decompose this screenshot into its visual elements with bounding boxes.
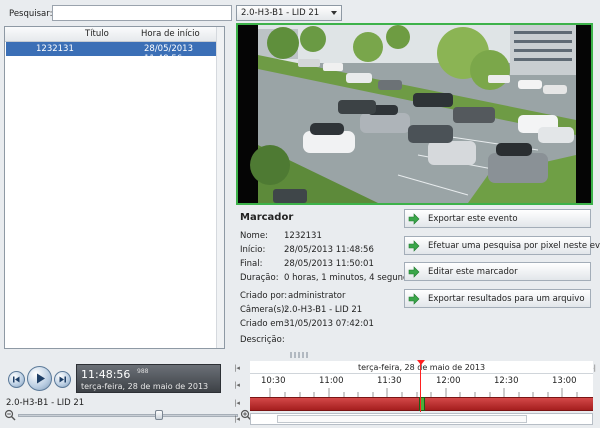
timeline-start-icon[interactable]: |◂ — [232, 363, 242, 373]
field-label-duration: Duração: — [240, 273, 279, 283]
field-label-start: Início: — [240, 245, 266, 255]
field-label-description: Descrição: — [240, 335, 285, 345]
splitter-grip[interactable] — [290, 352, 310, 358]
field-value-duration: 0 horas, 1 minutos, 4 segundos — [284, 273, 419, 283]
skip-back-icon — [13, 376, 20, 383]
timeline-back-icon[interactable]: |◂ — [232, 380, 242, 390]
row-start-time: 28/05/2013 11:48:56 — [144, 44, 193, 64]
field-value-cameras: 2.0-H3-B1 - LID 21 — [284, 305, 363, 315]
field-label-cameras: Câmera(s): — [240, 305, 288, 315]
export-results-button[interactable]: Exportar resultados para um arquivo — [404, 289, 591, 308]
playback-time: 11:48:56 — [81, 368, 131, 381]
timeline-tick-label: 13:00 — [552, 376, 577, 386]
play-button[interactable] — [27, 366, 52, 391]
playback-milliseconds: 988 — [137, 368, 149, 375]
export-results-label: Exportar resultados para um arquivo — [428, 294, 585, 304]
results-scrollbar[interactable] — [216, 27, 224, 348]
field-label-end: Final: — [240, 259, 263, 269]
playback-time-display: 11:48:56 988 terça-feira, 28 de maio de … — [76, 364, 221, 393]
timeline-tick-label: 11:30 — [377, 376, 402, 386]
previous-button[interactable] — [8, 371, 25, 388]
edit-bookmark-button[interactable]: Editar este marcador — [404, 262, 591, 281]
field-value-end: 28/05/2013 11:50:01 — [284, 259, 374, 269]
field-label-created-at: Criado em: — [240, 319, 287, 329]
table-row[interactable]: 1232131 28/05/2013 11:48:56 — [6, 42, 223, 64]
field-label-created-by: Criado por: — [240, 291, 288, 301]
search-input[interactable] — [52, 5, 232, 21]
row-title: 1232131 — [36, 44, 74, 54]
timeline-cursor-head[interactable] — [417, 360, 425, 365]
status-camera-name: 2.0-H3-B1 - LID 21 — [6, 398, 85, 408]
skip-forward-icon — [59, 376, 66, 383]
results-header: Título Hora de início — [5, 27, 224, 42]
green-arrow-icon — [408, 266, 420, 278]
timeline-tick-label: 12:30 — [494, 376, 519, 386]
pixel-search-button[interactable]: Efetuar uma pesquisa por pixel neste eve… — [404, 236, 600, 255]
zoom-slider[interactable] — [18, 414, 238, 417]
green-arrow-icon — [408, 293, 420, 305]
timeline-tick-label: 11:00 — [319, 376, 344, 386]
bookmark-heading: Marcador — [240, 212, 294, 223]
playback-date: terça-feira, 28 de maio de 2013 — [81, 382, 209, 391]
timeline-cursor[interactable] — [420, 362, 421, 412]
export-event-label: Exportar este evento — [428, 214, 518, 224]
green-arrow-icon — [408, 240, 420, 252]
field-value-created-by: administrator — [288, 291, 346, 301]
column-header-title[interactable]: Título — [85, 29, 109, 39]
camera-select-value: 2.0-H3-B1 - LID 21 — [241, 8, 320, 18]
timeline-scrollbar-thumb[interactable] — [277, 415, 527, 423]
timeline-step-back-icon[interactable]: |◂ — [232, 398, 242, 408]
timeline-tick-label: 10:30 — [261, 376, 286, 386]
camera-select[interactable]: 2.0-H3-B1 - LID 21 — [236, 5, 342, 21]
pixel-search-label: Efetuar uma pesquisa por pixel neste eve… — [428, 241, 600, 251]
field-label-name: Nome: — [240, 231, 268, 241]
timeline-scrollbar[interactable] — [250, 413, 593, 425]
timeline-tick-label: 12:00 — [436, 376, 461, 386]
field-value-name: 1232131 — [284, 231, 322, 241]
video-player[interactable] — [236, 23, 593, 205]
field-value-created-at: 31/05/2013 07:42:01 — [284, 319, 374, 329]
play-icon — [37, 373, 45, 384]
zoom-out-icon[interactable] — [4, 409, 16, 421]
edit-bookmark-label: Editar este marcador — [428, 267, 518, 277]
field-value-start: 28/05/2013 11:48:56 — [284, 245, 374, 255]
column-header-start-time[interactable]: Hora de início — [141, 29, 200, 39]
timeline-scroll-left-icon[interactable]: |◂ — [232, 414, 242, 424]
results-list: Título Hora de início 1232131 28/05/2013… — [4, 26, 225, 349]
next-button[interactable] — [54, 371, 71, 388]
camera-video-frame — [238, 25, 591, 203]
zoom-slider-thumb[interactable] — [155, 410, 163, 420]
timeline-ticks — [269, 388, 578, 397]
chevron-down-icon — [331, 11, 337, 15]
search-label: Pesquisar: — [9, 9, 53, 19]
timeline-ruler[interactable] — [250, 374, 593, 397]
export-event-button[interactable]: Exportar este evento — [404, 209, 591, 228]
green-arrow-icon — [408, 213, 420, 225]
